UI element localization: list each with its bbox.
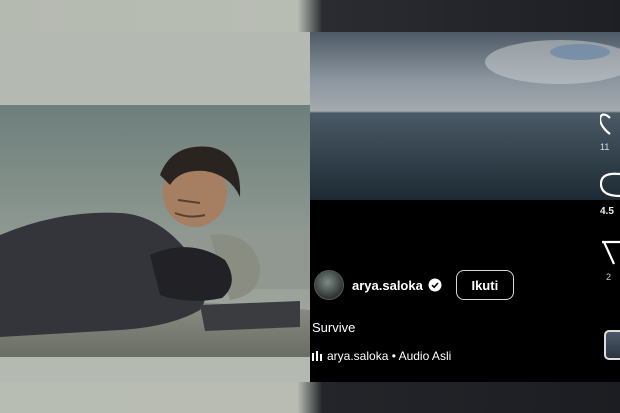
audio-label: arya.saloka • Audio Asli	[327, 349, 452, 363]
audio-thumbnail[interactable]	[604, 330, 620, 360]
side-actions: 11 4.5 2	[600, 110, 620, 382]
comment-count: 4.5	[600, 206, 614, 217]
top-border-band	[0, 0, 620, 32]
share-count: 2	[606, 272, 612, 282]
audio-row[interactable]: arya.saloka • Audio Asli	[312, 349, 451, 363]
reel-panel[interactable]: arya.saloka Ikuti Survive arya.saloka • …	[310, 32, 620, 382]
left-photo-panel	[0, 32, 310, 382]
heart-icon[interactable]	[600, 110, 620, 138]
bottom-border-band	[0, 382, 620, 413]
audio-bars-icon	[312, 351, 322, 361]
post-caption[interactable]: Survive	[312, 320, 355, 335]
like-count: 11	[600, 142, 610, 152]
avatar[interactable]	[314, 270, 344, 300]
send-icon[interactable]	[602, 240, 620, 266]
man-on-rock-photo	[0, 105, 310, 357]
verified-badge-icon	[428, 278, 442, 292]
follow-button[interactable]: Ikuti	[455, 270, 514, 300]
username[interactable]: arya.saloka	[352, 278, 423, 293]
author-row: arya.saloka Ikuti	[314, 269, 514, 301]
comment-icon[interactable]	[600, 170, 620, 200]
sea-video-frame[interactable]	[310, 32, 620, 200]
